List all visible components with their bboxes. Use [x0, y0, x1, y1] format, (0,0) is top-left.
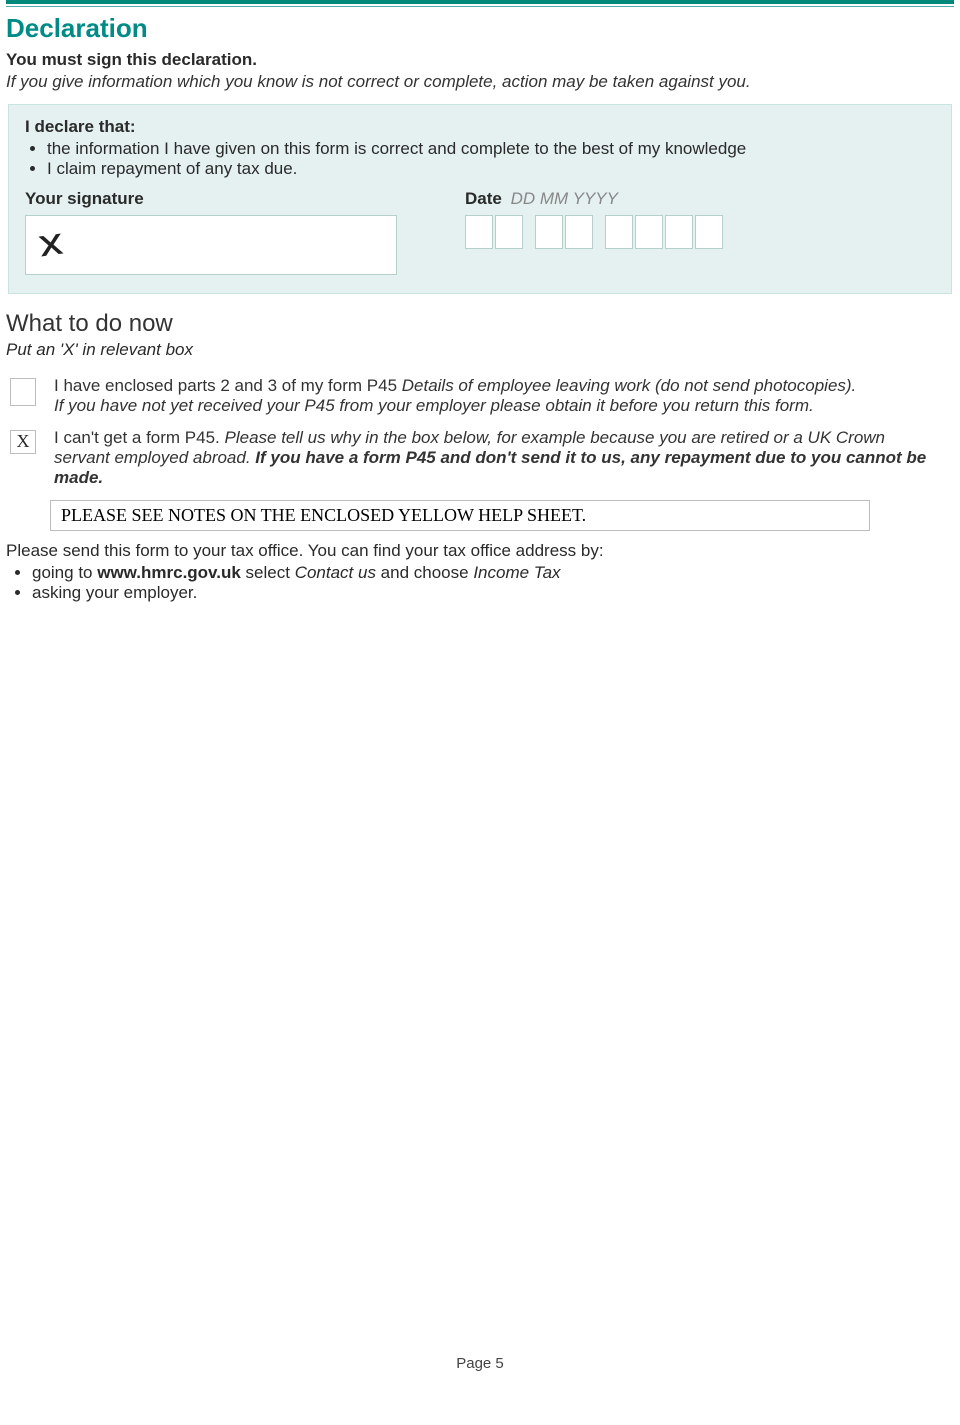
signature-input[interactable] [25, 215, 397, 275]
send-instructions: Please send this form to your tax office… [6, 541, 954, 561]
b1-b: select [241, 563, 295, 582]
send-bullets: going to www.hmrc.gov.uk select Contact … [6, 563, 954, 603]
page-number: Page 5 [0, 1355, 960, 1372]
b1-a: going to [32, 563, 97, 582]
option-p45-enclosed-text: I have enclosed parts 2 and 3 of my form… [54, 376, 954, 416]
send-bullet-website: going to www.hmrc.gov.uk select Contact … [32, 563, 954, 583]
declare-heading: I declare that: [25, 117, 935, 137]
date-year-4[interactable] [695, 215, 723, 249]
signature-x-icon [36, 230, 66, 260]
reason-text-input[interactable]: PLEASE SEE NOTES ON THE ENCLOSED YELLOW … [50, 500, 870, 531]
date-year-2[interactable] [635, 215, 663, 249]
declare-bullet-1: the information I have given on this for… [47, 139, 935, 159]
b1-e: Income Tax [473, 563, 560, 582]
must-sign-notice: You must sign this declaration. [6, 50, 954, 70]
date-year-1[interactable] [605, 215, 633, 249]
date-day-1[interactable] [465, 215, 493, 249]
date-day-2[interactable] [495, 215, 523, 249]
date-month-2[interactable] [565, 215, 593, 249]
declare-bullets: the information I have given on this for… [25, 139, 935, 179]
declaration-panel: I declare that: the information I have g… [8, 104, 952, 294]
date-hint: DD MM YYYY [511, 189, 618, 208]
section-divider-thin [6, 6, 954, 7]
opt1-part-b: Details of employee leaving work (do not… [402, 376, 857, 395]
checkbox-p45-enclosed[interactable] [10, 378, 36, 406]
put-x-instruction: Put an 'X' in relevant box [6, 340, 954, 360]
opt1-part-a: I have enclosed parts 2 and 3 of my form… [54, 376, 402, 395]
date-month-1[interactable] [535, 215, 563, 249]
opt1-part-c: If you have not yet received your P45 fr… [54, 396, 814, 415]
option-cant-get-p45-text: I can't get a form P45. Please tell us w… [54, 428, 954, 488]
section-divider-thick [6, 0, 954, 4]
date-year-3[interactable] [665, 215, 693, 249]
declare-bullet-2: I claim repayment of any tax due. [47, 159, 935, 179]
what-to-do-title: What to do now [6, 310, 954, 338]
b1-d: and choose [376, 563, 473, 582]
signature-label: Your signature [25, 189, 425, 209]
checkbox-cant-get-p45[interactable]: X [10, 430, 36, 454]
date-label: Date [465, 189, 502, 208]
date-input-group [465, 215, 935, 249]
b1-c: Contact us [295, 563, 376, 582]
declaration-title: Declaration [6, 13, 954, 44]
opt2-part-a: I can't get a form P45. [54, 428, 225, 447]
warning-notice: If you give information which you know i… [6, 72, 954, 92]
hmrc-url: www.hmrc.gov.uk [97, 563, 241, 582]
send-bullet-employer: asking your employer. [32, 583, 954, 603]
